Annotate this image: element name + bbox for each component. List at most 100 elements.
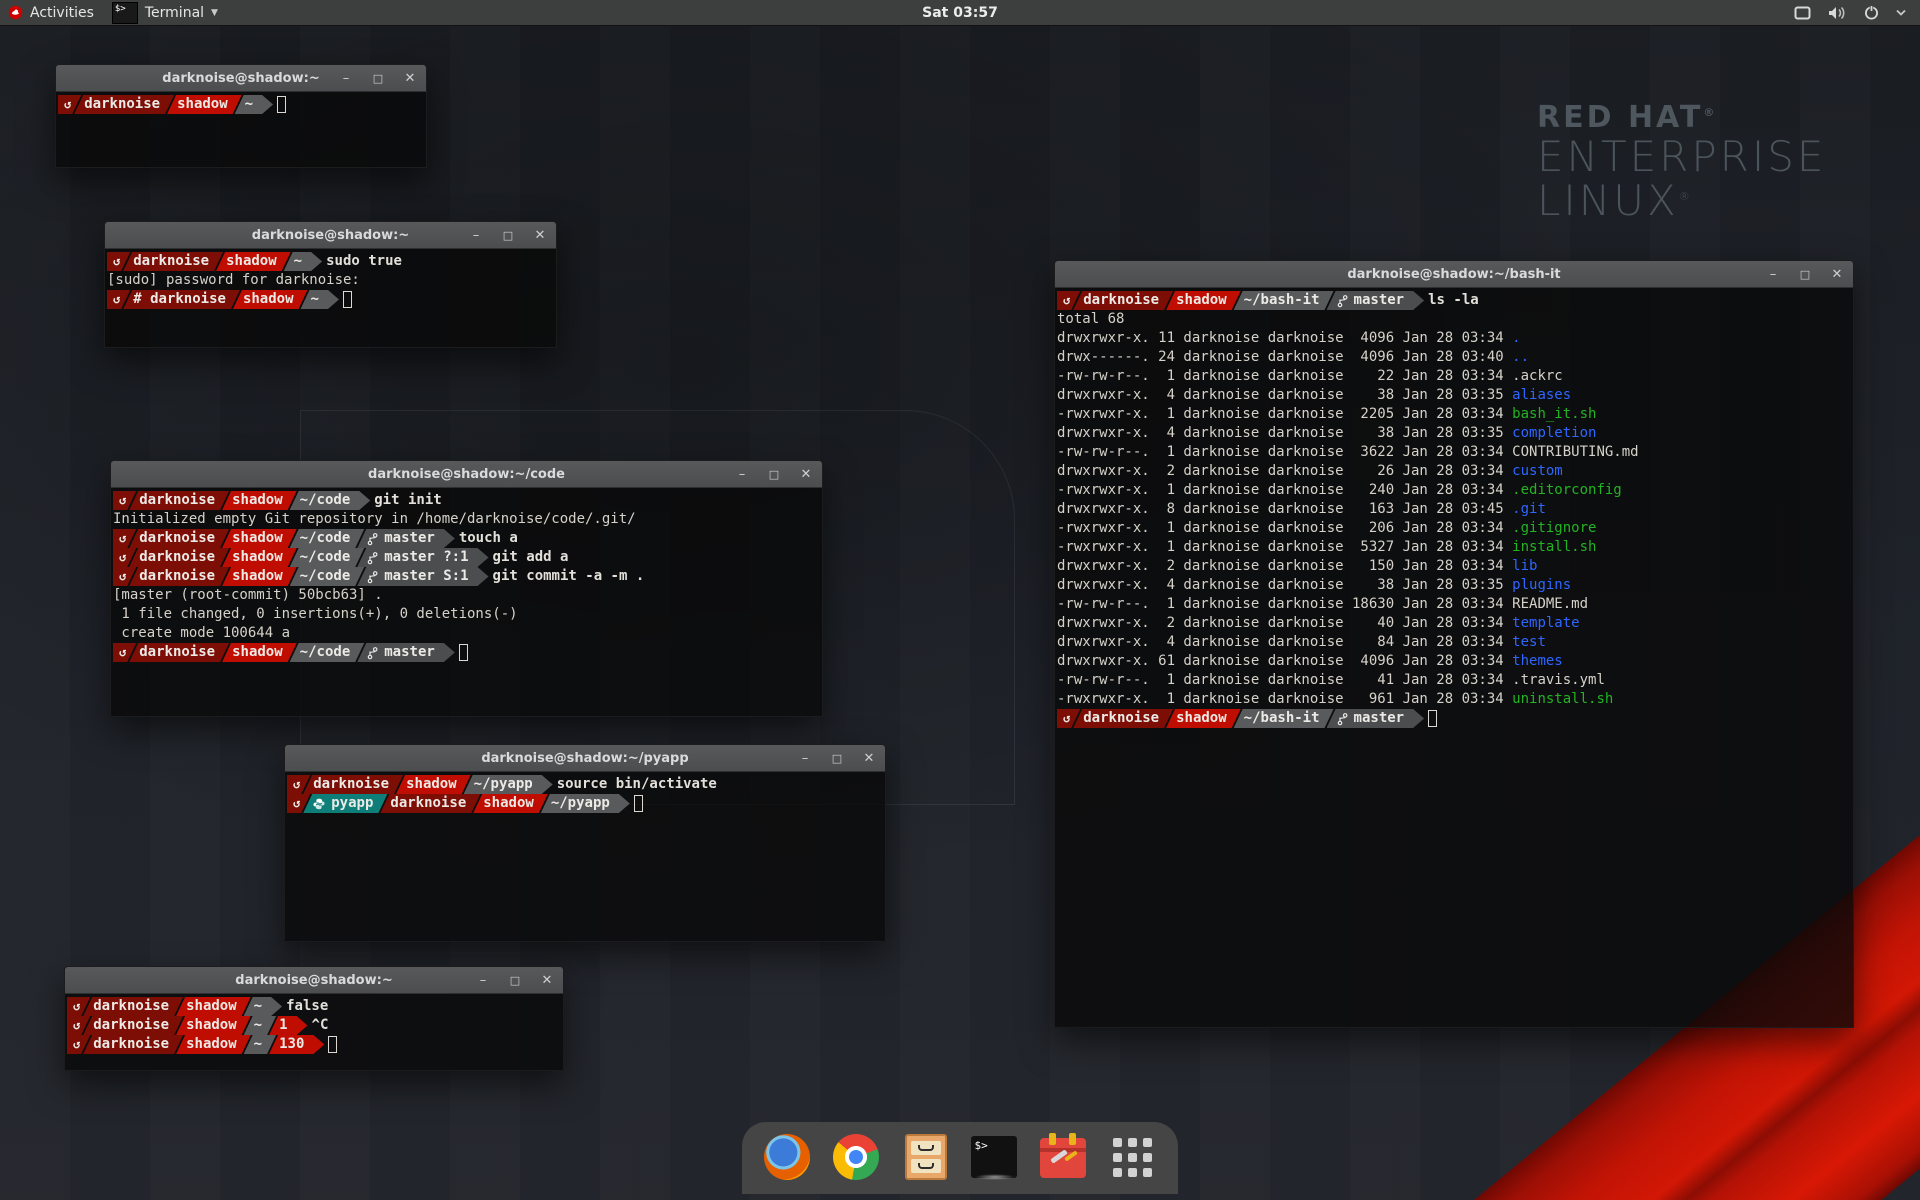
ls-row: drwx------. 24 darknoise darknoise 4096 … [1057, 348, 1851, 367]
volume-icon[interactable] [1828, 6, 1847, 20]
close-button[interactable]: ✕ [532, 229, 548, 242]
maximize-button[interactable]: □ [500, 230, 516, 241]
focused-app-label: Terminal [145, 5, 204, 21]
terminal-content-home-small[interactable]: ↺darknoiseshadow~ [56, 92, 426, 167]
ls-filename: install.sh [1512, 539, 1596, 555]
path-segment: ~/pyapp [541, 794, 630, 813]
caret-down-icon[interactable] [1896, 9, 1906, 16]
close-button[interactable]: ✕ [861, 752, 877, 765]
terminal-content-pyapp[interactable]: ↺darknoiseshadow~/pyappsource bin/activa… [285, 772, 885, 941]
terminal-window-pyapp[interactable]: darknoise@shadow:~/pyapp–□✕↺darknoisesha… [284, 744, 886, 942]
user-segment: darknoise [129, 529, 229, 548]
minimize-button[interactable]: – [338, 72, 354, 85]
close-button[interactable]: ✕ [402, 72, 418, 85]
maximize-button[interactable]: □ [507, 975, 523, 986]
terminal-content-bash-it[interactable]: ↺darknoiseshadow~/bash-itmasterls -latot… [1055, 288, 1853, 1027]
command-text: ^C [312, 1016, 329, 1035]
host-segment: shadow [473, 794, 548, 813]
display-icon[interactable] [1794, 6, 1811, 20]
terminal-output-line: [sudo] password for darknoise: [107, 271, 554, 290]
host-segment: shadow [216, 252, 291, 271]
maximize-button[interactable]: □ [829, 753, 845, 764]
path-segment: ~/code [290, 529, 365, 548]
ls-filename: .editorconfig [1512, 482, 1622, 498]
host-segment: shadow [222, 643, 297, 662]
git-segment: master [1327, 291, 1425, 310]
command-text: git commit -a -m . [493, 567, 645, 586]
prompt-line: ↺# darknoiseshadow~ [107, 290, 554, 309]
minimize-button[interactable]: – [797, 752, 813, 765]
terminal-output-line: 1 file changed, 0 insertions(+), 0 delet… [113, 605, 820, 624]
show-applications-icon [1111, 1136, 1155, 1180]
dock-item-toolbox[interactable] [1040, 1134, 1088, 1182]
ls-filename: test [1512, 634, 1546, 650]
command-text: source bin/activate [557, 775, 717, 794]
firefox-icon [764, 1134, 810, 1180]
minimize-button[interactable]: – [468, 229, 484, 242]
terminal-content-exitcodes[interactable]: ↺darknoiseshadow~false↺darknoiseshadow~1… [65, 994, 563, 1070]
rhel-branding: RED HAT® ENTERPRISE LINUX® [1537, 100, 1826, 223]
prompt-line: ↺darknoiseshadow~/pyappsource bin/activa… [287, 775, 883, 794]
user-segment: darknoise [380, 794, 480, 813]
terminal-window-bash-it[interactable]: darknoise@shadow:~/bash-it–□✕↺darknoises… [1054, 260, 1854, 1028]
maximize-button[interactable]: □ [1797, 269, 1813, 280]
dock-item-files[interactable] [902, 1134, 950, 1182]
git-segment: master S:1 [357, 567, 488, 586]
command-text: git init [374, 491, 441, 510]
user-segment: darknoise [1073, 709, 1173, 728]
path-segment: ~/code [290, 548, 365, 567]
maximize-button[interactable]: □ [370, 73, 386, 84]
terminal-output-line: create mode 100644 a [113, 624, 820, 643]
ls-row: -rw-rw-r--. 1 darknoise darknoise 3622 J… [1057, 443, 1851, 462]
dock-item-chrome[interactable] [833, 1134, 881, 1182]
host-segment: shadow [233, 290, 308, 309]
system-status-area[interactable] [1794, 5, 1920, 20]
titlebar-code[interactable]: darknoise@shadow:~/code–□✕ [111, 461, 822, 488]
terminal-window-sudo[interactable]: darknoise@shadow:~–□✕↺darknoiseshadow~su… [104, 221, 557, 348]
terminal-content-sudo[interactable]: ↺darknoiseshadow~sudo true[sudo] passwor… [105, 249, 556, 347]
close-button[interactable]: ✕ [798, 468, 814, 481]
activities-button[interactable]: Activities [30, 0, 102, 25]
prompt-line: ↺darknoiseshadow~sudo true [107, 252, 554, 271]
ls-row: -rwxrwxr-x. 1 darknoise darknoise 240 Ja… [1057, 481, 1851, 500]
titlebar-home-small[interactable]: darknoise@shadow:~–□✕ [56, 65, 426, 92]
path-segment: ~/bash-it [1234, 709, 1334, 728]
titlebar-pyapp[interactable]: darknoise@shadow:~/pyapp–□✕ [285, 745, 885, 772]
dock-item-firefox[interactable] [764, 1134, 812, 1182]
titlebar-bash-it[interactable]: darknoise@shadow:~/bash-it–□✕ [1055, 261, 1853, 288]
terminal-window-home-small[interactable]: darknoise@shadow:~–□✕↺darknoiseshadow~ [55, 64, 427, 168]
terminal-window-code[interactable]: darknoise@shadow:~/code–□✕↺darknoiseshad… [110, 460, 823, 717]
close-button[interactable]: ✕ [539, 974, 555, 987]
minimize-button[interactable]: – [475, 974, 491, 987]
user-segment: darknoise [129, 491, 229, 510]
ls-row: drwxrwxr-x. 11 darknoise darknoise 4096 … [1057, 329, 1851, 348]
terminal-output-line: Initialized empty Git repository in /hom… [113, 510, 820, 529]
titlebar-sudo[interactable]: darknoise@shadow:~–□✕ [105, 222, 556, 249]
ls-filename: custom [1512, 463, 1563, 479]
host-segment: shadow [167, 95, 242, 114]
command-text: false [286, 997, 328, 1016]
clock[interactable]: Sat 03:57 [0, 5, 1920, 21]
user-segment: darknoise [129, 548, 229, 567]
app-menu-caret-icon: ▼ [211, 8, 218, 18]
ls-filename: .git [1512, 501, 1546, 517]
minimize-button[interactable]: – [734, 468, 750, 481]
power-icon[interactable] [1864, 5, 1879, 20]
git-segment: master [357, 529, 455, 548]
terminal-window-exitcodes[interactable]: darknoise@shadow:~–□✕↺darknoiseshadow~fa… [64, 966, 564, 1071]
host-segment: shadow [1166, 709, 1241, 728]
titlebar-exitcodes[interactable]: darknoise@shadow:~–□✕ [65, 967, 563, 994]
host-segment: shadow [222, 567, 297, 586]
dock-item-terminal[interactable]: $> [971, 1134, 1019, 1182]
terminal-content-code[interactable]: ↺darknoiseshadow~/codegit initInitialize… [111, 488, 822, 716]
prompt-line: ↺darknoiseshadow~/codemastertouch a [113, 529, 820, 548]
prompt-line: ↺darknoiseshadow~/codemaster [113, 643, 820, 662]
close-button[interactable]: ✕ [1829, 268, 1845, 281]
ls-filename: lib [1512, 558, 1537, 574]
dock-item-app-grid[interactable] [1109, 1134, 1157, 1182]
ls-filename: .gitignore [1512, 520, 1596, 536]
focused-app-menu[interactable]: $> Terminal ▼ [102, 0, 228, 25]
minimize-button[interactable]: – [1765, 268, 1781, 281]
chrome-icon [833, 1134, 879, 1180]
maximize-button[interactable]: □ [766, 469, 782, 480]
